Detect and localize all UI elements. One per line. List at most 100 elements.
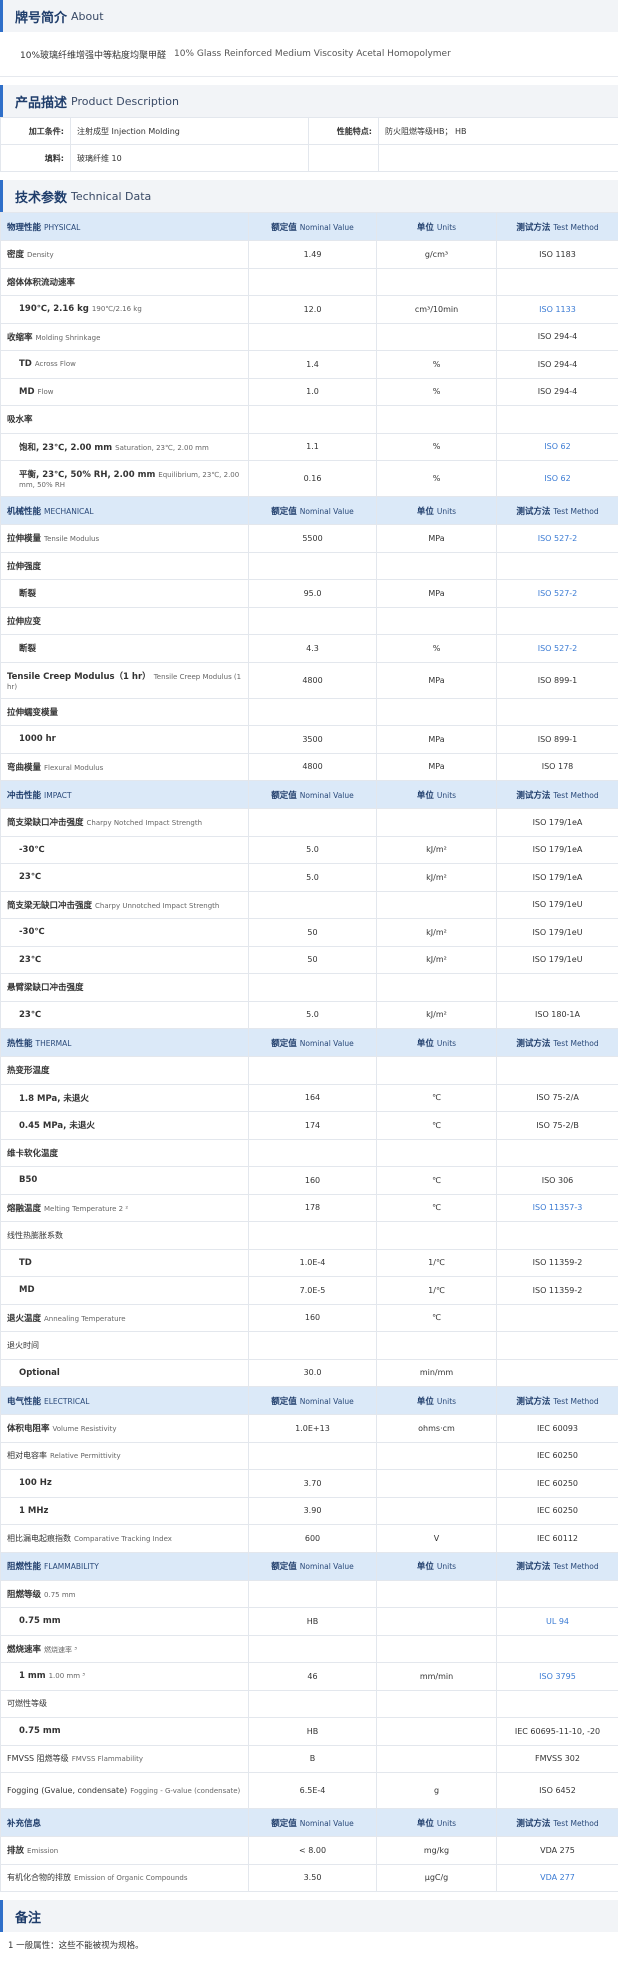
method-header-zh: 测试方法 [516, 1562, 551, 1572]
unit-cell [376, 1717, 497, 1746]
property-name-zh: 0.75 mm [19, 1726, 61, 1737]
property-row: 23℃ 50 kJ/m² ISO 179/1eU [0, 945, 618, 974]
property-name-cell: 23℃ [0, 945, 249, 974]
property-name-cell: Optional [0, 1358, 249, 1387]
product-table: 加工条件: 注射成型 Injection Molding 性能特点: 防火阻燃等… [0, 117, 618, 172]
unit-cell [376, 322, 497, 351]
units-header-en: Units [436, 1562, 457, 1571]
property-row: Fogging (Gvalue, condensate) Fogging - G-… [0, 1772, 618, 1809]
test-method-cell[interactable]: ISO 62 [496, 460, 618, 497]
property-name-en: Comparative Tracking Index [74, 1534, 172, 1543]
property-row: 退火时间 [0, 1331, 618, 1360]
property-name-zh: 1.8 MPa, 未退火 [19, 1093, 89, 1104]
property-row: 1.8 MPa, 未退火 164 ℃ ISO 75-2/A [0, 1083, 618, 1112]
property-name-cell: 0.75 mm [0, 1607, 249, 1636]
tech-table: 物理性能 PHYSICAL 额定值 Nominal Value 单位 Units 测试方法 T… [0, 212, 618, 1892]
nominal-value-cell: B [248, 1744, 377, 1773]
property-name-en: Across Flow [34, 360, 76, 369]
property-name-cell: FMVSS 阻燃等级 FMVSS Flammability [0, 1744, 249, 1773]
test-method-cell: ISO 179/1eA [496, 835, 618, 864]
property-name-zh: 热变形温度 [7, 1066, 50, 1077]
product-label: 加工条件: [0, 117, 71, 145]
unit-cell: 1/℃ [376, 1276, 497, 1305]
property-name-en: Emission [27, 1847, 59, 1856]
property-row: 1 mm 1.00 mm ³ 46 mm/min ISO 3795 [0, 1662, 618, 1691]
test-method-cell[interactable]: ISO 11357-3 [496, 1193, 618, 1222]
test-method-cell [496, 551, 618, 580]
nominal-value-cell: 5.0 [248, 1000, 377, 1029]
nominal-header-cell: 额定值 Nominal Value [248, 212, 377, 241]
section-name-zh: 电气性能 [7, 1396, 42, 1407]
property-row: 断裂 95.0 MPa ISO 527-2 [0, 579, 618, 608]
property-name-zh: 断裂 [19, 644, 37, 655]
property-name-cell: 密度 Density [0, 240, 249, 269]
property-name-cell: 相对电容率 Relative Permittivity [0, 1441, 249, 1470]
test-method-cell[interactable]: ISO 527-2 [496, 524, 618, 553]
units-header-cell: 单位 Units [376, 1028, 497, 1057]
section-name-cell: 热性能 THERMAL [0, 1028, 249, 1057]
unit-cell: % [376, 634, 497, 663]
test-method-cell[interactable]: ISO 527-2 [496, 579, 618, 608]
test-method-cell: FMVSS 302 [496, 1744, 618, 1773]
units-header-en: Units [436, 1818, 457, 1828]
property-name-cell: 维卡软化温度 [0, 1138, 249, 1167]
property-row: 相比漏电起痕指数 Comparative Tracking Index 600 V IE… [0, 1524, 618, 1553]
unit-cell [376, 1469, 497, 1498]
unit-cell: MPa [376, 661, 497, 699]
property-row: 可燃性等级 [0, 1689, 618, 1718]
property-name-en: Relative Permittivity [50, 1452, 121, 1461]
unit-cell [376, 697, 497, 726]
nominal-value-cell: 5.0 [248, 835, 377, 864]
property-row: 简支梁缺口冲击强度 Charpy Notched Impact Strength I… [0, 808, 618, 837]
property-name-en: Melting Temperature 2 ² [44, 1204, 129, 1213]
unit-cell [376, 1744, 497, 1773]
nominal-header-cell: 额定值 Nominal Value [248, 780, 377, 809]
unit-cell: g/cm³ [376, 240, 497, 269]
section-name-en: PHYSICAL [44, 222, 81, 232]
property-row: 维卡软化温度 [0, 1138, 618, 1167]
test-method-cell[interactable]: ISO 1133 [496, 295, 618, 324]
property-name-zh: B50 [19, 1175, 38, 1186]
property-name-cell: 有机化合物的排放 Emission of Organic Compounds [0, 1863, 249, 1892]
test-method-cell[interactable]: ISO 527-2 [496, 634, 618, 663]
property-name-cell: 1.8 MPa, 未退火 [0, 1083, 249, 1112]
nominal-header-en: Nominal Value [299, 1396, 354, 1406]
test-method-cell[interactable]: VDA 277 [496, 1863, 618, 1892]
unit-cell [376, 1689, 497, 1718]
nominal-value-cell [248, 973, 377, 1002]
nominal-value-cell [248, 1441, 377, 1470]
test-method-cell[interactable]: ISO 62 [496, 432, 618, 461]
unit-cell: MPa [376, 725, 497, 754]
property-row: 0.45 MPa, 未退火 174 ℃ ISO 75-2/B [0, 1111, 618, 1140]
test-method-cell[interactable]: UL 94 [496, 1607, 618, 1636]
nominal-value-cell [248, 1138, 377, 1167]
property-name-cell: B50 [0, 1166, 249, 1195]
test-method-cell[interactable]: ISO 3795 [496, 1662, 618, 1691]
nominal-header-cell: 额定值 Nominal Value [248, 1808, 377, 1837]
nominal-value-cell [248, 267, 377, 296]
unit-cell: ℃ [376, 1166, 497, 1195]
test-method-cell: ISO 1183 [496, 240, 618, 269]
section-header-row: 物理性能 PHYSICAL 额定值 Nominal Value 单位 Units 测试方法 T… [0, 212, 618, 241]
nominal-value-cell: 3500 [248, 725, 377, 754]
nominal-value-cell [248, 890, 377, 919]
property-name-zh: 简支梁缺口冲击强度 [7, 818, 84, 829]
property-name-zh: 0.75 mm [19, 1616, 61, 1627]
nominal-value-cell [248, 808, 377, 837]
method-header-zh: 测试方法 [516, 1396, 551, 1407]
unit-cell: min/mm [376, 1358, 497, 1387]
nominal-value-cell: 1.1 [248, 432, 377, 461]
method-header-zh: 测试方法 [516, 222, 551, 233]
test-method-cell [496, 1056, 618, 1085]
nominal-value-cell: 46 [248, 1662, 377, 1691]
nominal-header-zh: 额定值 [271, 1038, 297, 1049]
property-name-zh: TD [19, 359, 32, 370]
nominal-header-en: Nominal Value [299, 222, 354, 232]
property-name-cell: 退火时间 [0, 1331, 249, 1360]
property-name-en: Charpy Unnotched Impact Strength [95, 901, 220, 910]
property-name-zh: 拉伸模量 [7, 534, 42, 545]
property-name-zh: 23℃ [19, 872, 42, 883]
property-name-cell: 热变形温度 [0, 1056, 249, 1085]
nominal-value-cell: 7.0E-5 [248, 1276, 377, 1305]
about-text: 10%玻璃纤维增强中等粘度均聚甲醛 10% Glass Reinforced M… [0, 32, 618, 77]
